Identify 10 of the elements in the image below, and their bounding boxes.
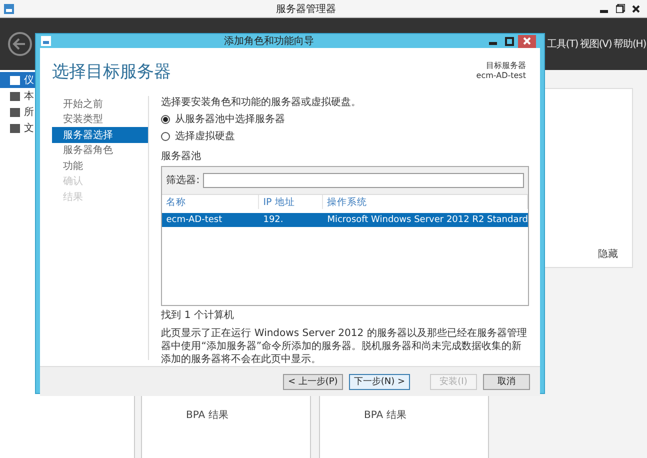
target-server: ecm-AD-test	[476, 71, 526, 80]
filter-label: 筛选器:	[166, 174, 200, 187]
window-title: 服务器管理器	[275, 2, 337, 16]
description: 选择要安装角色和功能的服务器或虚拟硬盘。	[161, 96, 362, 109]
target-label: 目标服务器	[486, 60, 526, 71]
section-label: 服务器池	[161, 150, 202, 163]
page-heading: 选择目标服务器	[52, 61, 171, 84]
info-paragraph: 此页显示了正在运行 Windows Server 2012 的服务器以及那些已经在服务器管理器中使用“添加服务器”命令所添加的服务器。脱机服务器和尚未完成数据收集的新添加的服务器将不会在此页中显示。	[161, 327, 528, 366]
dialog-title: 添加角色和功能向导	[223, 34, 315, 48]
result-count: 找到 1 个计算机	[161, 309, 235, 322]
